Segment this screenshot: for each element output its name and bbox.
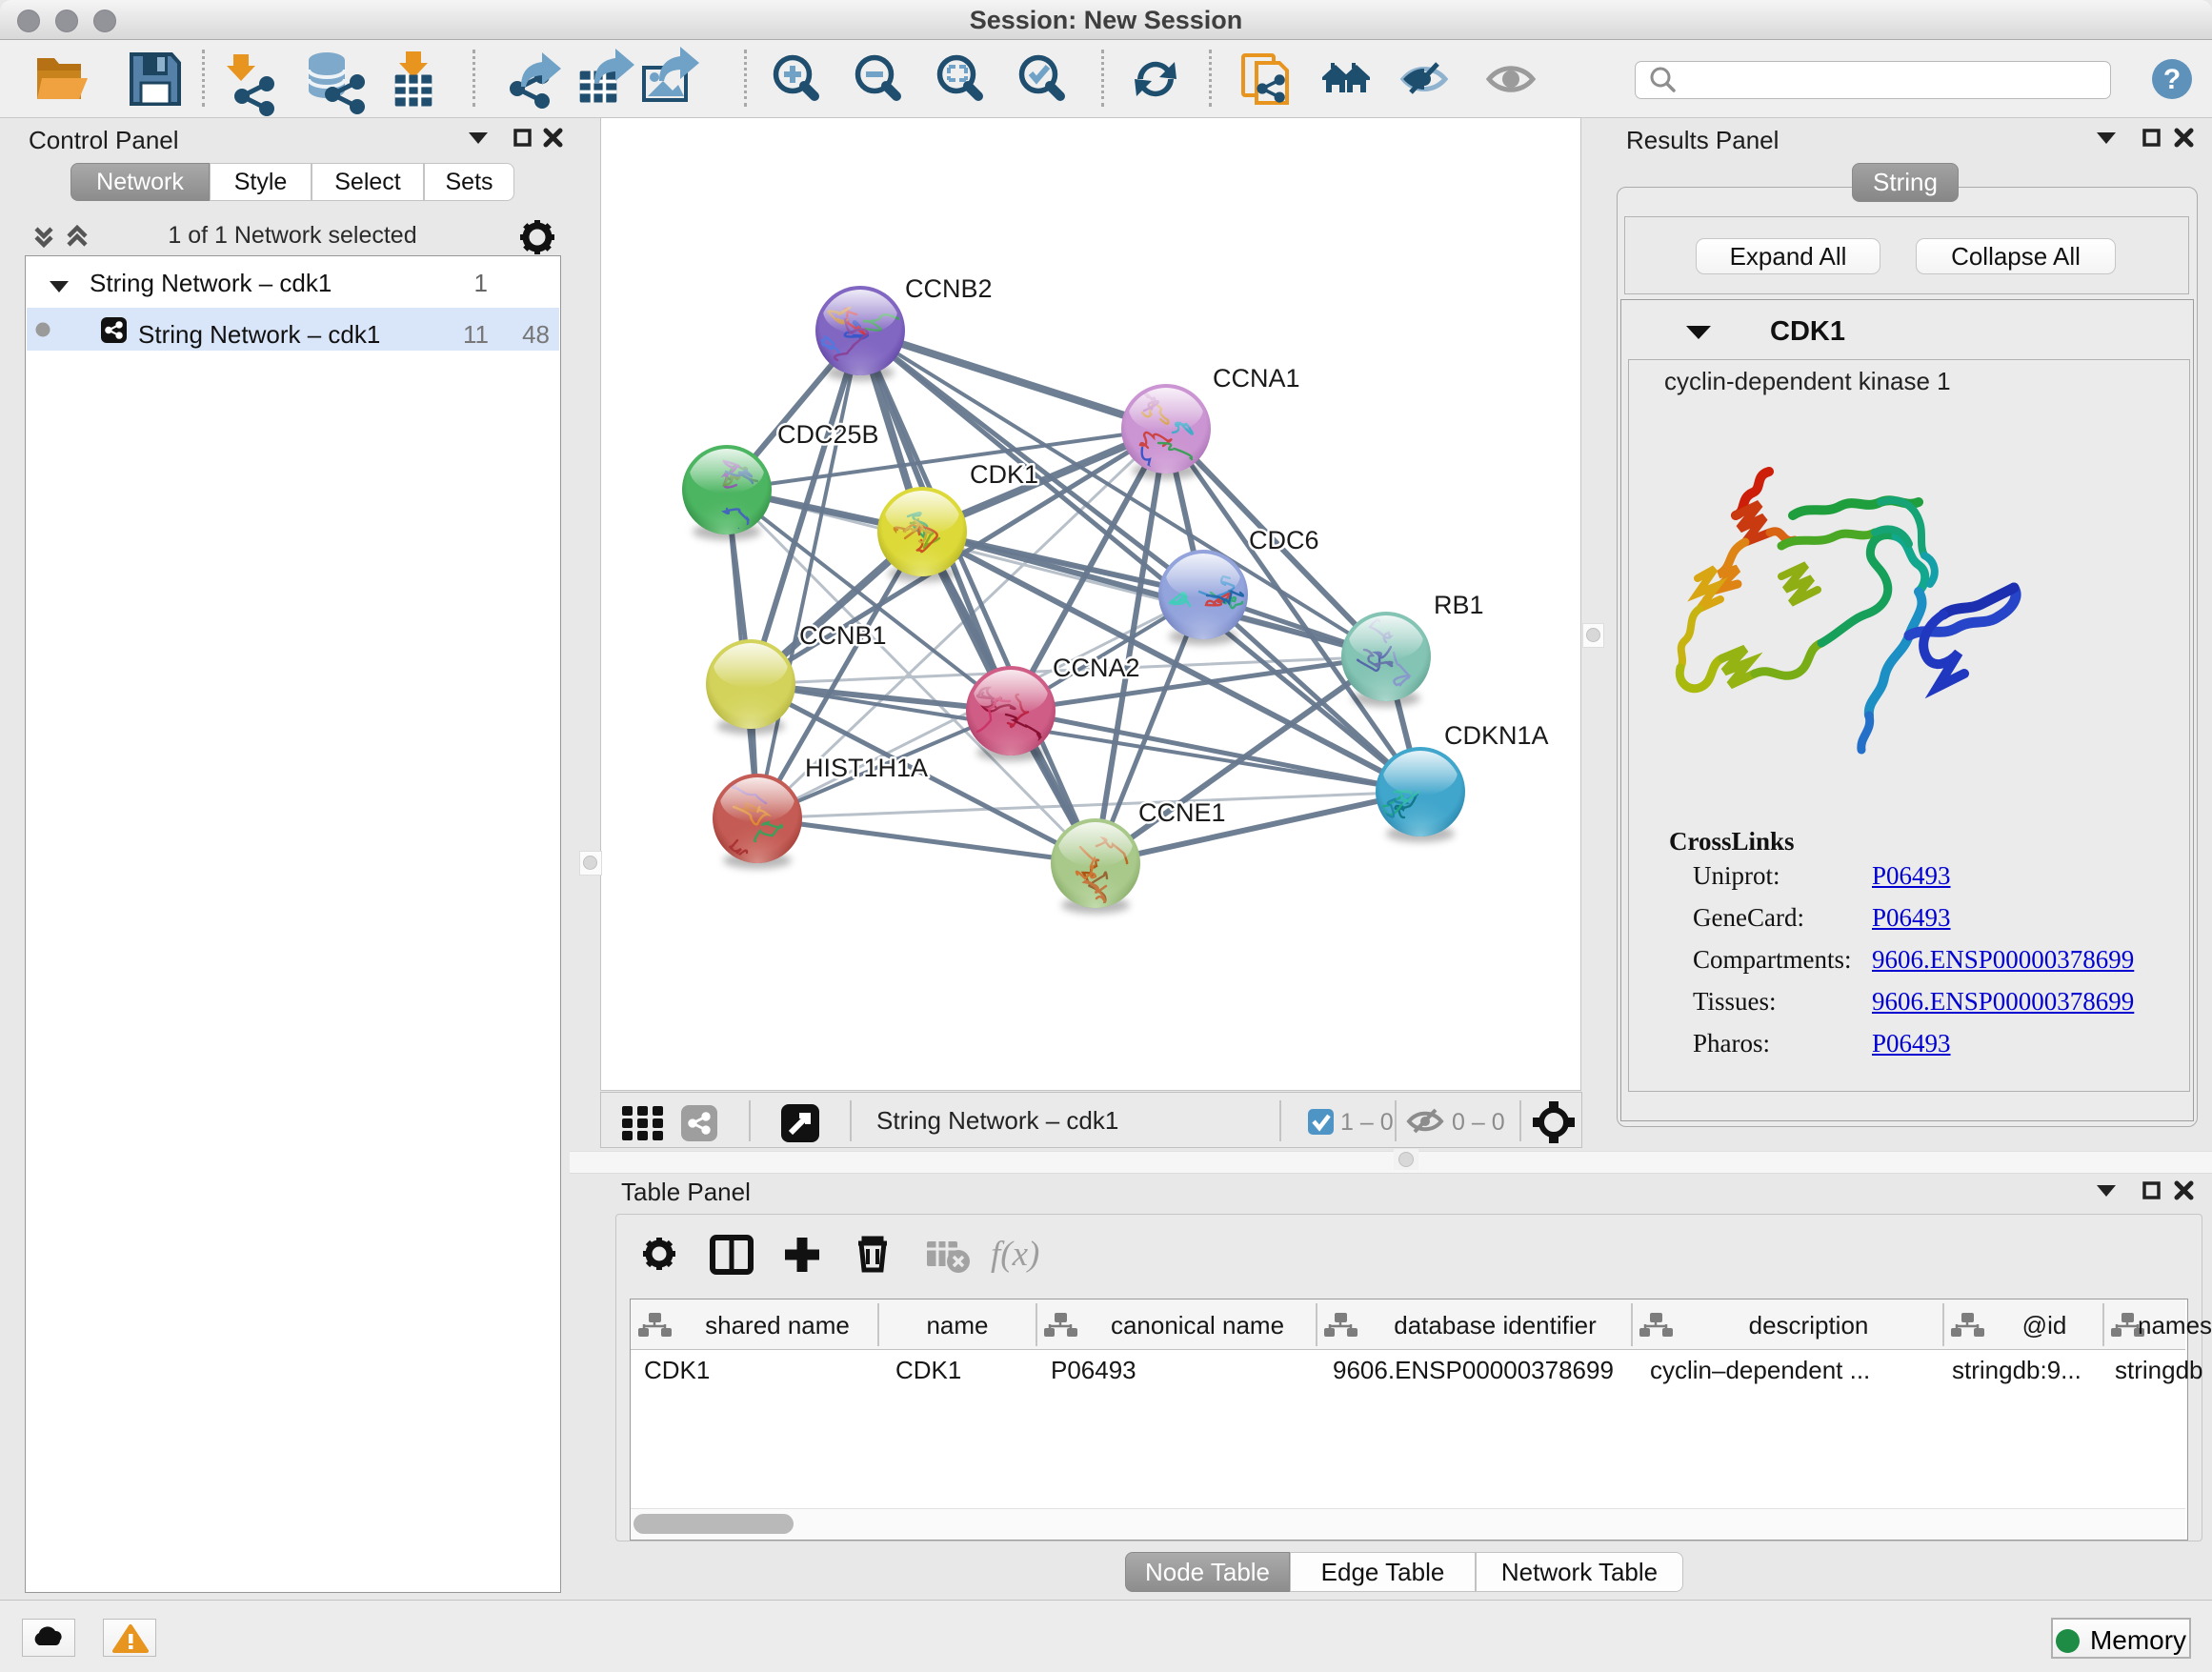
svg-text:CDC6: CDC6 — [1249, 526, 1319, 554]
svg-text:HIST1H1A: HIST1H1A — [805, 754, 928, 782]
svg-text:CCNA1: CCNA1 — [1213, 364, 1300, 393]
svg-text:CDC25B: CDC25B — [777, 420, 879, 449]
svg-text:CCNB2: CCNB2 — [905, 274, 993, 303]
svg-text:f(x): f(x) — [991, 1235, 1039, 1274]
svg-text:0 – 0: 0 – 0 — [1452, 1109, 1505, 1136]
svg-text:CDKN1A: CDKN1A — [1444, 721, 1549, 750]
svg-text:CDK1: CDK1 — [970, 460, 1038, 489]
svg-text:CCNB1: CCNB1 — [799, 621, 887, 650]
svg-text:CCNE1: CCNE1 — [1138, 798, 1226, 827]
svg-text:?: ? — [2163, 64, 2181, 95]
svg-text:1 – 0: 1 – 0 — [1340, 1109, 1394, 1136]
svg-text:CCNA2: CCNA2 — [1053, 654, 1140, 682]
svg-text:RB1: RB1 — [1434, 591, 1484, 619]
